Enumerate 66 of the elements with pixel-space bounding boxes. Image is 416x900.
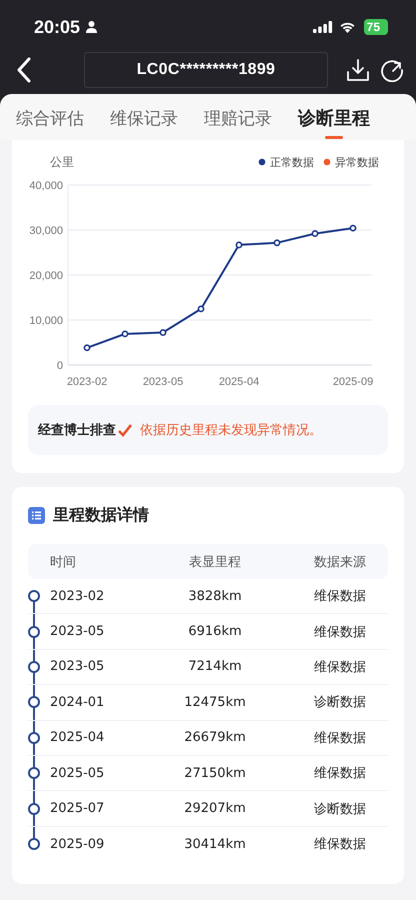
data-point (274, 239, 280, 246)
table-cell-text: 2023-02 (50, 588, 106, 604)
table-cell-text: 2025-09 (50, 836, 106, 852)
data-point (198, 305, 204, 312)
legend-label: 异常数据 (335, 156, 379, 169)
axis-label: 40,000 (29, 180, 63, 192)
data-point (122, 330, 128, 338)
axis-label: 2025-09 (332, 376, 374, 388)
axis-label: 10,000 (29, 315, 63, 327)
tab[interactable]: 诊断里程 (298, 104, 370, 130)
table-cell-text: 维保数据 (313, 836, 367, 854)
tab-indicator (325, 136, 343, 139)
table-cell-text: 2025-05 (50, 766, 106, 781)
table-cell-text: 维保数据 (313, 765, 367, 782)
battery-indicator: 75 (364, 19, 388, 35)
legend-label: 正常数据 (270, 156, 314, 169)
person-icon (86, 21, 98, 33)
column-header: 时间 (50, 554, 77, 570)
table-cell-text: 2023-05 (50, 624, 106, 640)
column-header: 数据来源 (313, 554, 367, 570)
table-cell-text: 30414km (183, 836, 247, 852)
tab[interactable]: 综合评估 (16, 104, 84, 130)
vin-field: LC0C*********1899 (84, 52, 328, 88)
tab[interactable]: 理赔记录 (204, 104, 272, 130)
table-cell-text: 2024-01 (50, 694, 106, 710)
table-cell-text: 6916km (187, 624, 243, 640)
axis-label: 2025-04 (218, 376, 260, 388)
table-cell-text: 诊断数据 (313, 800, 367, 818)
table-cell-text: 2025-04 (50, 730, 106, 746)
conclusion-text: 依据历史里程未发现异常情况。 (140, 422, 322, 439)
axis-label: 20,000 (29, 270, 63, 282)
status-time: 20:05 (34, 16, 80, 38)
data-point (160, 329, 166, 336)
section-title: 里程数据详情 (53, 505, 149, 526)
table-cell-text: 维保数据 (313, 588, 367, 606)
download-icon[interactable] (346, 58, 370, 82)
list-icon (28, 507, 45, 524)
tab[interactable]: 维保记录 (110, 104, 178, 130)
data-point (84, 344, 90, 352)
axis-label: 30,000 (29, 225, 63, 237)
wifi-icon (338, 21, 356, 33)
axis-label: 2023-02 (66, 376, 108, 388)
refresh-icon[interactable] (380, 58, 404, 82)
conclusion-label: 经查博士排查 (38, 422, 116, 439)
axis-label: 0 (56, 360, 63, 372)
table-cell-text: 维保数据 (313, 658, 367, 676)
data-point (312, 230, 318, 237)
table-cell-text: 维保数据 (313, 730, 367, 747)
table-cell-text: 2025-07 (50, 801, 106, 816)
table-cell-text: 诊断数据 (313, 694, 367, 712)
axis-title: 公里 (50, 155, 74, 169)
table-cell-text: 26679km (183, 730, 247, 746)
back-icon[interactable] (16, 57, 32, 83)
data-point (350, 224, 356, 232)
table-cell-text: 12475km (183, 694, 247, 710)
table-cell-text: 2023-05 (50, 659, 106, 674)
table-cell-text: 维保数据 (313, 624, 367, 641)
data-point (236, 242, 242, 248)
column-header: 表显里程 (188, 554, 242, 570)
table-cell-text: 3828km (187, 588, 243, 604)
check-icon (118, 424, 132, 436)
axis-label: 2023-05 (142, 376, 184, 388)
table-cell-text: 27150km (183, 766, 247, 781)
table-cell-text: 7214km (187, 659, 243, 674)
table-cell-text: 29207km (183, 801, 247, 816)
signal-icon (312, 21, 333, 33)
